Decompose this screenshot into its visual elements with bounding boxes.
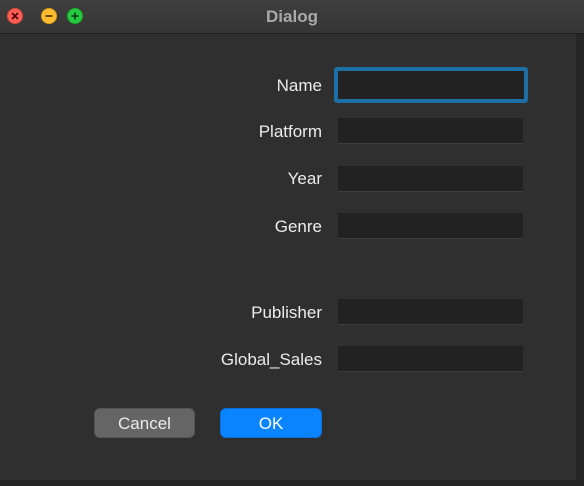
title-bar[interactable]: Dialog (0, 0, 584, 34)
dialog-window: Dialog Name Platform Year Genre Publishe… (0, 0, 584, 486)
global-sales-label: Global_Sales (220, 350, 322, 369)
name-label: Name (276, 76, 322, 95)
year-label: Year (287, 169, 322, 188)
ok-button[interactable]: OK (220, 408, 322, 438)
year-input[interactable] (338, 166, 523, 192)
name-input[interactable] (334, 67, 528, 103)
window-title: Dialog (266, 7, 318, 26)
genre-label: Genre (274, 217, 322, 236)
window-bottom-edge (0, 480, 584, 486)
global-sales-input[interactable] (338, 346, 523, 372)
publisher-input[interactable] (338, 299, 523, 325)
platform-input[interactable] (338, 118, 523, 144)
window-right-edge (576, 34, 584, 486)
publisher-label: Publisher (251, 303, 322, 322)
cancel-button[interactable]: Cancel (94, 408, 195, 438)
platform-label: Platform (258, 122, 322, 141)
genre-input[interactable] (338, 213, 523, 239)
